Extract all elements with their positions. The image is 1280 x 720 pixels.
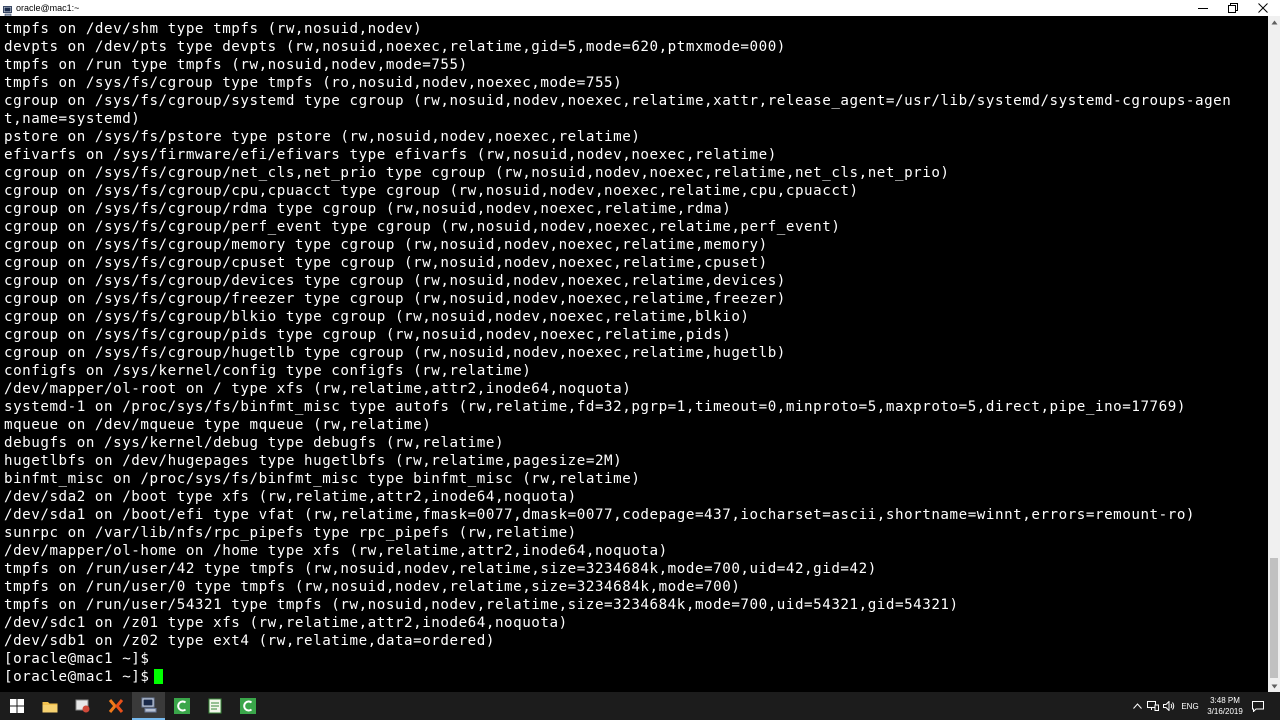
terminal-line: devpts on /dev/pts type devpts (rw,nosui…: [4, 39, 786, 55]
chevron-up-icon: [1132, 703, 1142, 709]
terminal-line: efivarfs on /sys/firmware/efi/efivars ty…: [4, 147, 777, 163]
green-c-app-icon: [173, 698, 190, 714]
speaker-icon: [1163, 701, 1175, 711]
volume-tray-button[interactable]: [1162, 692, 1176, 720]
command-prompt-line[interactable]: [oracle@mac1 ~]$: [4, 668, 1231, 686]
taskbar-putty-active[interactable]: [132, 692, 165, 720]
terminal-line: cgroup on /sys/fs/cgroup/systemd type cg…: [4, 93, 1232, 109]
putty-terminal-icon: [141, 697, 156, 713]
windows-start-icon: [9, 699, 24, 713]
terminal-line: cgroup on /sys/fs/cgroup/rdma type cgrou…: [4, 201, 732, 217]
close-icon: [1258, 3, 1268, 13]
xming-x-icon: [108, 699, 123, 713]
terminal-line: /dev/sda2 on /boot type xfs (rw,relatime…: [4, 489, 577, 505]
taskbar-notepad[interactable]: [198, 692, 231, 720]
scroll-down-button[interactable]: [1268, 680, 1280, 692]
close-button[interactable]: [1248, 0, 1278, 16]
terminal-line: /dev/sdb1 on /z02 type ext4 (rw,relatime…: [4, 633, 495, 649]
window-title: oracle@mac1:~: [16, 3, 80, 13]
terminal-line: cgroup on /sys/fs/cgroup/pids type cgrou…: [4, 327, 732, 343]
action-center-button[interactable]: [1250, 692, 1266, 720]
terminal-line: tmpfs on /run/user/54321 type tmpfs (rw,…: [4, 597, 959, 613]
terminal-line: cgroup on /sys/fs/cgroup/blkio type cgro…: [4, 309, 750, 325]
taskbar-green-app-2[interactable]: [231, 692, 264, 720]
scroll-up-button[interactable]: [1268, 16, 1280, 28]
start-button[interactable]: [0, 692, 33, 720]
notepad-icon: [208, 698, 221, 714]
terminal-line: tmpfs on /sys/fs/cgroup type tmpfs (ro,n…: [4, 75, 623, 91]
minimize-button[interactable]: [1188, 0, 1218, 16]
green-c-app-icon: [239, 698, 256, 714]
terminal-line: cgroup on /sys/fs/cgroup/hugetlb type cg…: [4, 345, 786, 361]
file-explorer-icon: [42, 701, 57, 712]
terminal-line: tmpfs on /dev/shm type tmpfs (rw,nosuid,…: [4, 21, 423, 37]
terminal-line: /dev/sda1 on /boot/efi type vfat (rw,rel…: [4, 507, 1195, 523]
taskbar-disk-utility[interactable]: [66, 692, 99, 720]
terminal-line: systemd-1 on /proc/sys/fs/binfmt_misc ty…: [4, 399, 1186, 415]
terminal-line: debugfs on /sys/kernel/debug type debugf…: [4, 435, 505, 451]
minimize-icon: [1198, 8, 1208, 9]
restore-icon: [1228, 3, 1238, 13]
terminal-lines: tmpfs on /dev/shm type tmpfs (rw,nosuid,…: [4, 20, 1231, 686]
taskbar-green-app-1[interactable]: [165, 692, 198, 720]
network-icon: [1147, 701, 1159, 711]
clock-time: 3:48 PM: [1210, 696, 1240, 705]
taskbar-xming[interactable]: [99, 692, 132, 720]
terminal-output[interactable]: tmpfs on /dev/shm type tmpfs (rw,nosuid,…: [0, 16, 1268, 692]
notification-icon: [1252, 700, 1264, 712]
chevron-up-icon: [1271, 20, 1277, 24]
terminal-line: tmpfs on /run type tmpfs (rw,nosuid,node…: [4, 57, 468, 73]
terminal-line: cgroup on /sys/fs/cgroup/net_cls,net_pri…: [4, 165, 950, 181]
network-tray-button[interactable]: [1146, 692, 1160, 720]
taskbar-file-explorer[interactable]: [33, 692, 66, 720]
scroll-thumb[interactable]: [1270, 558, 1278, 678]
terminal-line: cgroup on /sys/fs/cgroup/cpuset type cgr…: [4, 255, 768, 271]
terminal-line: cgroup on /sys/fs/cgroup/freezer type cg…: [4, 291, 786, 307]
terminal-line: /dev/mapper/ol-home on /home type xfs (r…: [4, 543, 668, 559]
terminal-line: cgroup on /sys/fs/cgroup/perf_event type…: [4, 219, 841, 235]
terminal-line: tmpfs on /run/user/0 type tmpfs (rw,nosu…: [4, 579, 741, 595]
system-clock[interactable]: 3:48 PM 3/16/2019: [1200, 695, 1250, 717]
terminal-line: configfs on /sys/kernel/config type conf…: [4, 363, 532, 379]
terminal-line: binfmt_misc on /proc/sys/fs/binfmt_misc …: [4, 471, 641, 487]
window-title-bar[interactable]: oracle@mac1:~: [0, 0, 1280, 17]
terminal-line: t,name=systemd): [4, 111, 141, 127]
restore-button[interactable]: [1218, 0, 1248, 16]
input-language-indicator[interactable]: ENG: [1178, 692, 1202, 720]
terminal-line: sunrpc on /var/lib/nfs/rpc_pipefs type r…: [4, 525, 577, 541]
terminal-line: pstore on /sys/fs/pstore type pstore (rw…: [4, 129, 641, 145]
terminal-line: [oracle@mac1 ~]$: [4, 651, 150, 667]
terminal-line: hugetlbfs on /dev/hugepages type hugetlb…: [4, 453, 623, 469]
putty-terminal-icon: [3, 2, 13, 17]
show-hidden-icons-button[interactable]: [1130, 692, 1144, 720]
command-prompt: [oracle@mac1 ~]$: [4, 669, 150, 685]
terminal-line: tmpfs on /run/user/42 type tmpfs (rw,nos…: [4, 561, 877, 577]
chevron-down-icon: [1271, 684, 1277, 688]
disk-utility-icon: [75, 699, 89, 713]
text-cursor: [154, 669, 164, 684]
terminal-line: cgroup on /sys/fs/cgroup/devices type cg…: [4, 273, 786, 289]
vertical-scrollbar[interactable]: [1268, 16, 1280, 692]
terminal-line: /dev/mapper/ol-root on / type xfs (rw,re…: [4, 381, 632, 397]
clock-date: 3/16/2019: [1207, 707, 1243, 716]
terminal-line: cgroup on /sys/fs/cgroup/memory type cgr…: [4, 237, 768, 253]
terminal-line: /dev/sdc1 on /z01 type xfs (rw,relatime,…: [4, 615, 568, 631]
taskbar: ENG 3:48 PM 3/16/2019: [0, 692, 1280, 720]
terminal-line: cgroup on /sys/fs/cgroup/cpu,cpuacct typ…: [4, 183, 859, 199]
terminal-line: mqueue on /dev/mqueue type mqueue (rw,re…: [4, 417, 432, 433]
